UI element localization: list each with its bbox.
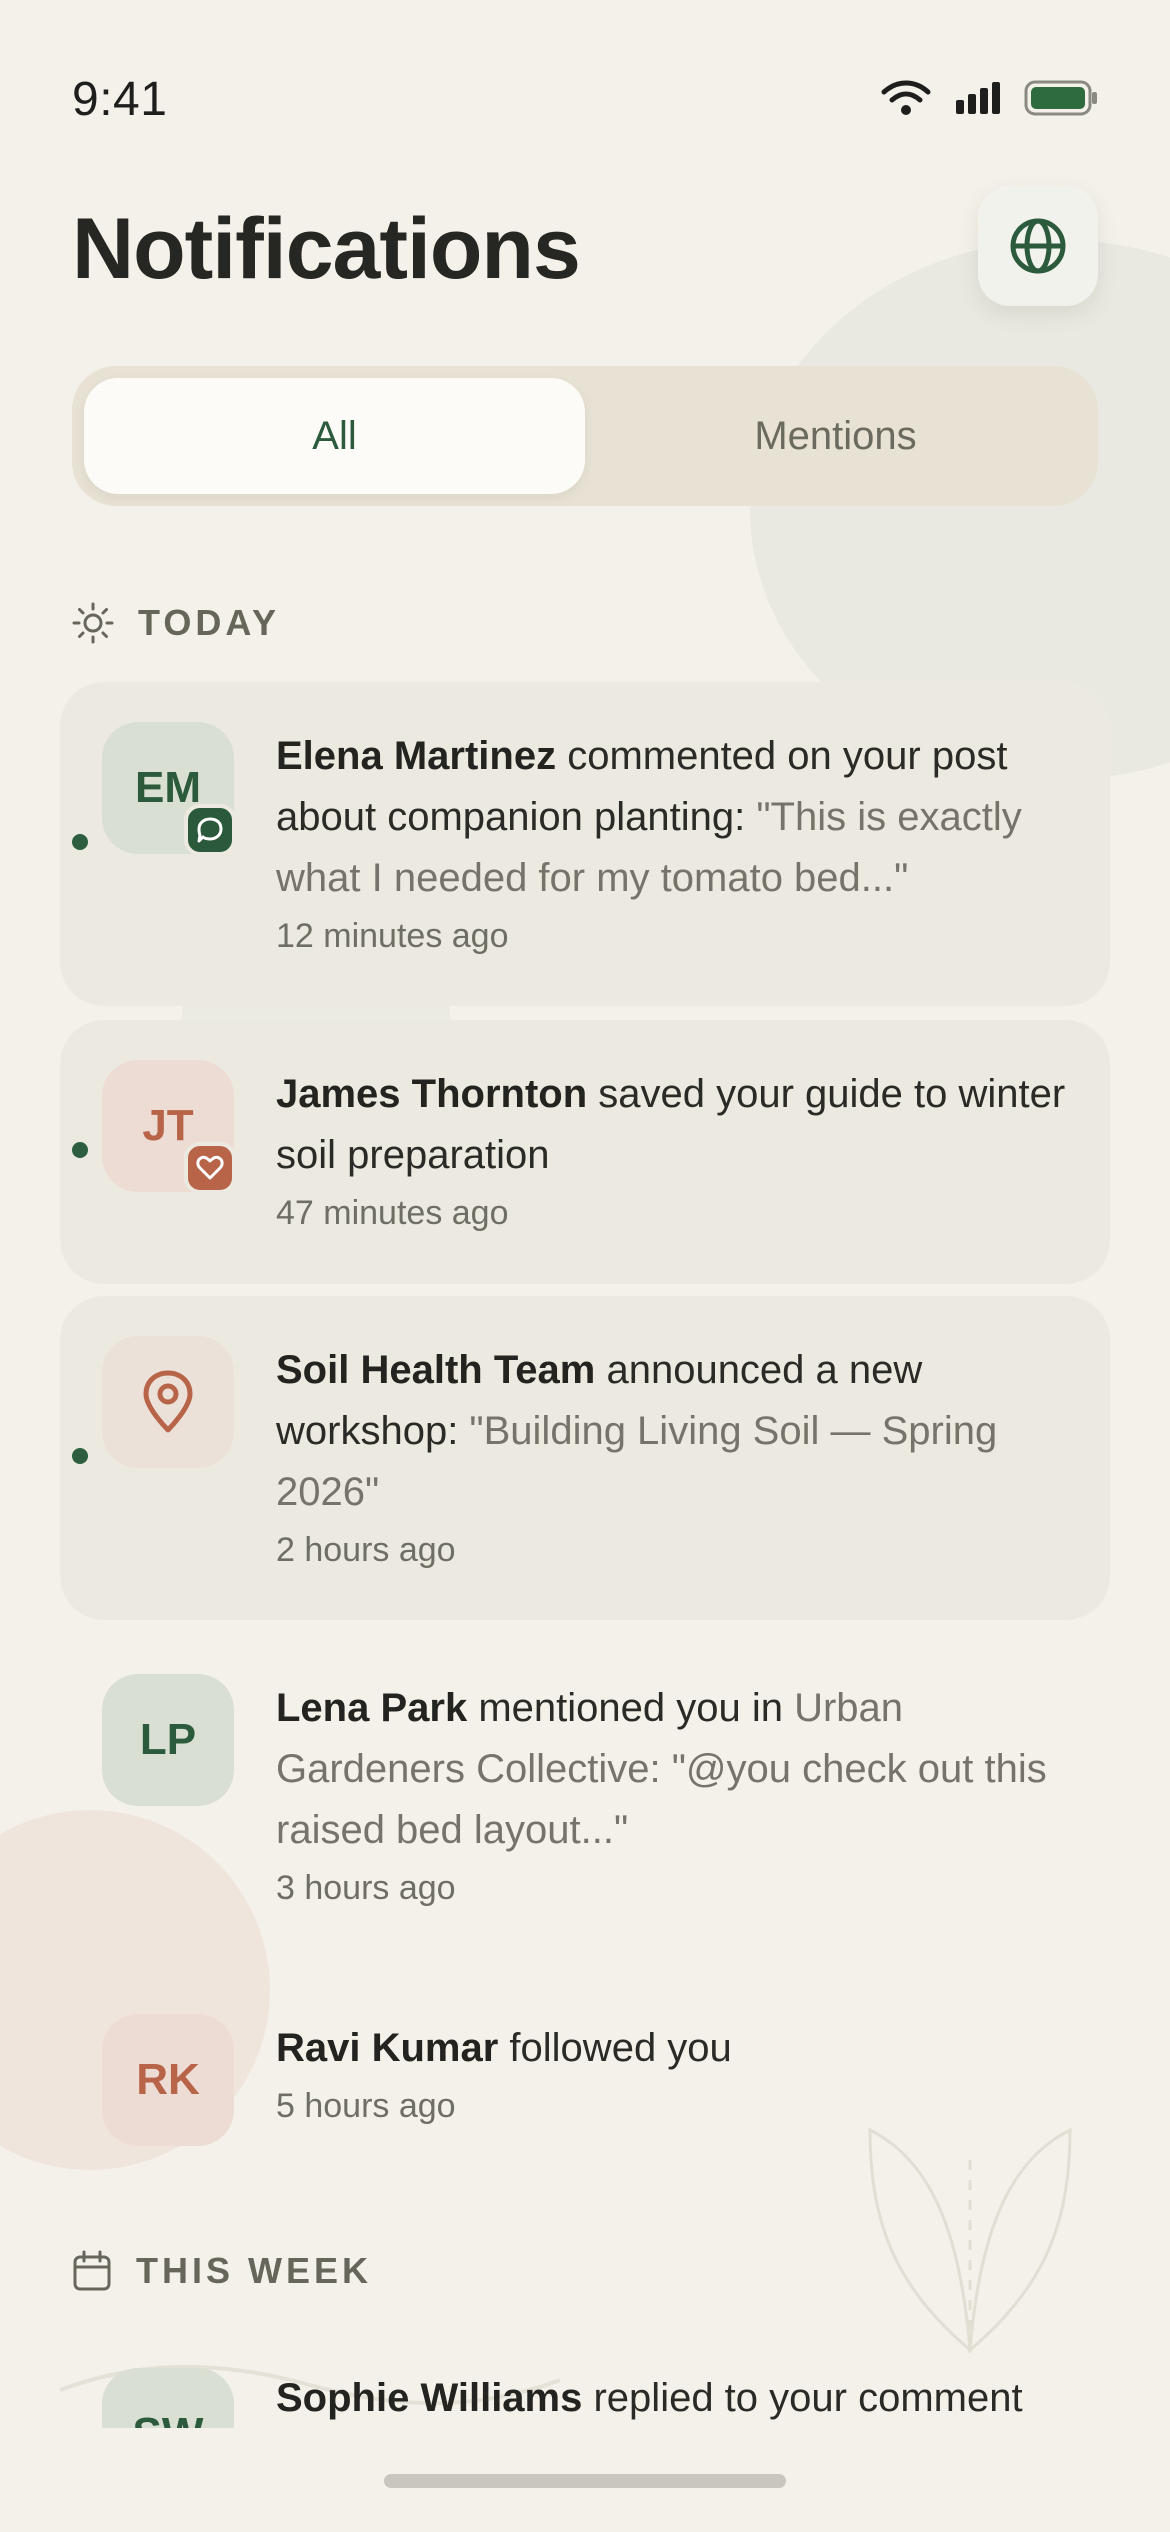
avatar-initials: SW	[133, 2409, 204, 2428]
notification-body: Soil Health Team announced a new worksho…	[276, 1340, 1074, 1570]
save-badge	[184, 1142, 236, 1194]
notification-text: Lena Park mentioned you in Urban Gardene…	[276, 1678, 1074, 1861]
status-icons	[880, 78, 1098, 118]
heart-icon	[196, 1155, 224, 1180]
notification-body: James Thornton saved your guide to winte…	[276, 1064, 1074, 1233]
avatar-initials: JT	[142, 1101, 194, 1150]
notification-body: Ravi Kumar followed you 5 hours ago	[276, 2018, 1074, 2126]
notification-item[interactable]: SW Sophie Williams replied to your comme…	[60, 2328, 1110, 2428]
notifications-screen: 9:41 Notifications All Mentions TODAY EM…	[0, 0, 1170, 2532]
section-header-this-week: THIS WEEK	[72, 2250, 372, 2292]
page-title: Notifications	[72, 201, 581, 297]
unread-dot	[72, 834, 88, 850]
unread-dot	[72, 1448, 88, 1464]
actor-name: Ravi Kumar	[276, 2026, 499, 2070]
globe-button[interactable]	[978, 186, 1098, 306]
comment-badge	[184, 804, 236, 856]
location-pin-icon	[143, 1370, 193, 1433]
status-bar: 9:41	[0, 0, 1170, 150]
notification-body: Lena Park mentioned you in Urban Gardene…	[276, 1678, 1074, 1908]
notification-text: Elena Martinez commented on your post ab…	[276, 726, 1074, 909]
timestamp: 47 minutes ago	[276, 1194, 509, 1232]
avatar-initials: RK	[136, 2055, 200, 2104]
notification-text: James Thornton saved your guide to winte…	[276, 1064, 1074, 1186]
section-title: TODAY	[138, 602, 281, 643]
status-time: 9:41	[72, 73, 168, 126]
globe-icon	[1010, 218, 1066, 274]
notification-body: Elena Martinez commented on your post ab…	[276, 726, 1074, 956]
home-indicator[interactable]	[384, 2474, 786, 2488]
section-title: THIS WEEK	[136, 2250, 373, 2291]
actor-name: Elena Martinez	[276, 734, 557, 778]
timestamp: 2 hours ago	[276, 1531, 456, 1569]
avatar	[102, 1336, 234, 1468]
unread-dot	[72, 1142, 88, 1158]
notification-text: Sophie Williams replied to your comment	[276, 2368, 1074, 2428]
tab-mentions[interactable]: Mentions	[585, 378, 1086, 494]
section-header-today: TODAY	[72, 602, 280, 644]
actor-name: Lena Park	[276, 1686, 468, 1730]
avatar-initials: LP	[139, 1715, 197, 1764]
notification-item[interactable]: Soil Health Team announced a new worksho…	[60, 1296, 1110, 1620]
avatar: EM	[102, 722, 236, 856]
timestamp: 3 hours ago	[276, 1869, 456, 1907]
action-text: followed you	[498, 2026, 732, 2070]
actor-name: Sophie Williams	[276, 2376, 583, 2420]
avatar: RK	[102, 2014, 234, 2146]
signal-icon	[956, 82, 1000, 114]
notification-filter-tabs: All Mentions	[72, 366, 1098, 506]
notification-item[interactable]: JT James Thornton saved your guide to wi…	[60, 1020, 1110, 1284]
avatar: JT	[102, 1060, 236, 1194]
notification-item[interactable]: EM Elena Martinez commented on your post…	[60, 682, 1110, 1006]
actor-name: James Thornton	[276, 1072, 588, 1116]
notification-text: Ravi Kumar followed you	[276, 2018, 1074, 2079]
action-text: replied to your comment	[582, 2376, 1023, 2420]
chat-bubble-icon	[197, 817, 223, 843]
notification-text: Soil Health Team announced a new worksho…	[276, 1340, 1074, 1523]
tab-all[interactable]: All	[84, 378, 585, 494]
sun-icon	[72, 602, 114, 644]
avatar: LP	[102, 1674, 234, 1806]
calendar-icon	[73, 2250, 111, 2291]
notification-body: Sophie Williams replied to your comment	[276, 2368, 1074, 2428]
notification-item[interactable]: LP Lena Park mentioned you in Urban Gard…	[60, 1634, 1110, 1958]
battery-icon	[1024, 80, 1097, 116]
wifi-icon	[881, 80, 931, 115]
notification-item[interactable]: RK Ravi Kumar followed you 5 hours ago	[60, 1974, 1110, 2174]
avatar: SW	[102, 2368, 234, 2428]
timestamp: 5 hours ago	[276, 2087, 456, 2125]
timestamp: 12 minutes ago	[276, 917, 509, 955]
action-text: mentioned you in	[467, 1686, 795, 1730]
actor-name: Soil Health Team	[276, 1348, 596, 1392]
